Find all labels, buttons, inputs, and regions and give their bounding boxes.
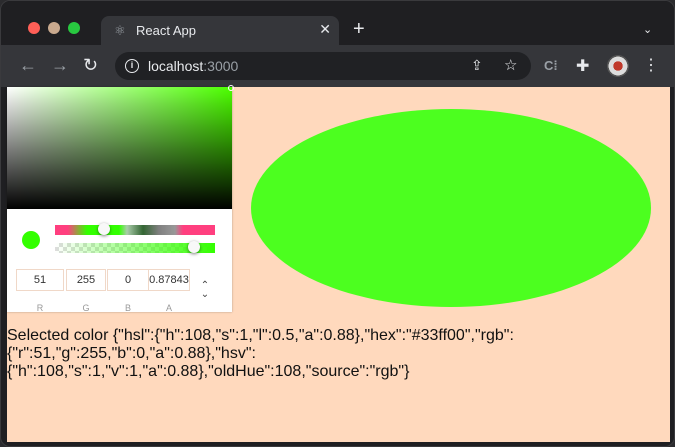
share-icon[interactable]: ⇪ xyxy=(471,57,483,74)
saturation-pointer[interactable] xyxy=(228,85,234,91)
browser-toolbar: ← → ↻ i localhost:3000 ⇪ ☆ C⁞ ✚ ⋮ xyxy=(1,45,674,87)
color-picker: 51 255 0 0.87843 R G B A ⌃ ⌄ xyxy=(7,85,234,313)
reload-icon[interactable]: ↻ xyxy=(83,56,98,74)
star-icon[interactable]: ☆ xyxy=(504,56,517,74)
url-host: localhost xyxy=(148,58,204,74)
tab-close-icon[interactable]: ✕ xyxy=(319,21,331,38)
color-swatch xyxy=(22,231,40,249)
browser-window: ⚛ React App ✕ + ⌄ ← → ↻ i localhost:3000… xyxy=(0,0,675,447)
alpha-input[interactable]: 0.87843 xyxy=(148,269,190,291)
react-icon: ⚛ xyxy=(114,23,126,38)
tab-react-app[interactable]: ⚛ React App ✕ xyxy=(101,16,339,45)
green-label: G xyxy=(82,303,90,313)
green-input[interactable]: 255 xyxy=(66,269,106,291)
close-window-button[interactable] xyxy=(28,22,40,34)
saturation-area[interactable] xyxy=(7,85,234,209)
url-text[interactable]: localhost:3000 xyxy=(148,58,238,74)
page-content: 51 255 0 0.87843 R G B A ⌃ ⌄ Selected col… xyxy=(7,85,670,442)
red-label: R xyxy=(36,303,44,313)
hue-slider[interactable] xyxy=(55,225,215,235)
red-input[interactable]: 51 xyxy=(16,269,64,291)
forward-arrow-icon[interactable]: → xyxy=(51,56,69,74)
address-bar[interactable]: i localhost:3000 ⇪ ☆ xyxy=(115,52,531,80)
format-toggle-icon[interactable]: ⌃ ⌄ xyxy=(199,281,211,300)
blue-input[interactable]: 0 xyxy=(107,269,149,291)
puzzle-icon[interactable]: ✚ xyxy=(576,56,589,76)
extension-icon[interactable]: C⁞ xyxy=(544,58,558,73)
back-arrow-icon[interactable]: ← xyxy=(19,56,37,74)
info-icon[interactable]: i xyxy=(125,59,139,73)
tab-title: React App xyxy=(136,23,196,38)
alpha-label: A xyxy=(165,303,172,313)
blue-label: B xyxy=(124,303,131,313)
url-port: :3000 xyxy=(203,58,239,74)
selected-color-output: Selected color {"hsl":{"h":108,"s":1,"l"… xyxy=(7,327,514,380)
color-preview-ellipse xyxy=(251,109,651,307)
chevron-down-icon[interactable]: ⌄ xyxy=(643,23,652,36)
hue-slider-handle[interactable] xyxy=(98,223,110,235)
maximize-window-button[interactable] xyxy=(68,22,80,34)
alpha-slider-handle[interactable] xyxy=(188,241,200,253)
tab-bar: ⚛ React App ✕ + ⌄ xyxy=(1,1,674,45)
profile-avatar[interactable] xyxy=(607,55,629,77)
new-tab-button[interactable]: + xyxy=(353,19,365,39)
menu-dots-icon[interactable]: ⋮ xyxy=(643,55,659,75)
minimize-window-button[interactable] xyxy=(48,22,60,34)
